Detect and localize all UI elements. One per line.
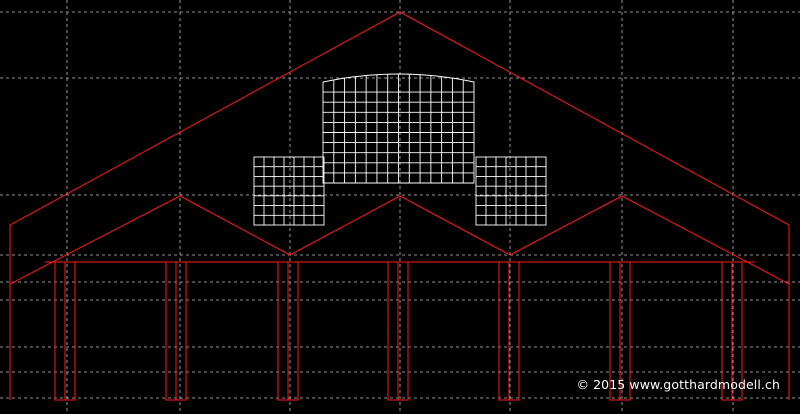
left-window-grid (253, 156, 325, 226)
window-frame (475, 156, 547, 226)
gable-roof-outline (9, 11, 790, 400)
window-frame (253, 156, 325, 226)
construction-guide-lines (0, 0, 800, 414)
sawtooth-roof-outline (9, 195, 790, 400)
right-window-grid (475, 156, 547, 226)
center-arched-window-grid (322, 73, 475, 184)
building-outline (9, 11, 790, 401)
cad-elevation-drawing (0, 0, 800, 414)
copyright-notice: © 2015 www.gotthardmodell.ch (576, 377, 780, 392)
